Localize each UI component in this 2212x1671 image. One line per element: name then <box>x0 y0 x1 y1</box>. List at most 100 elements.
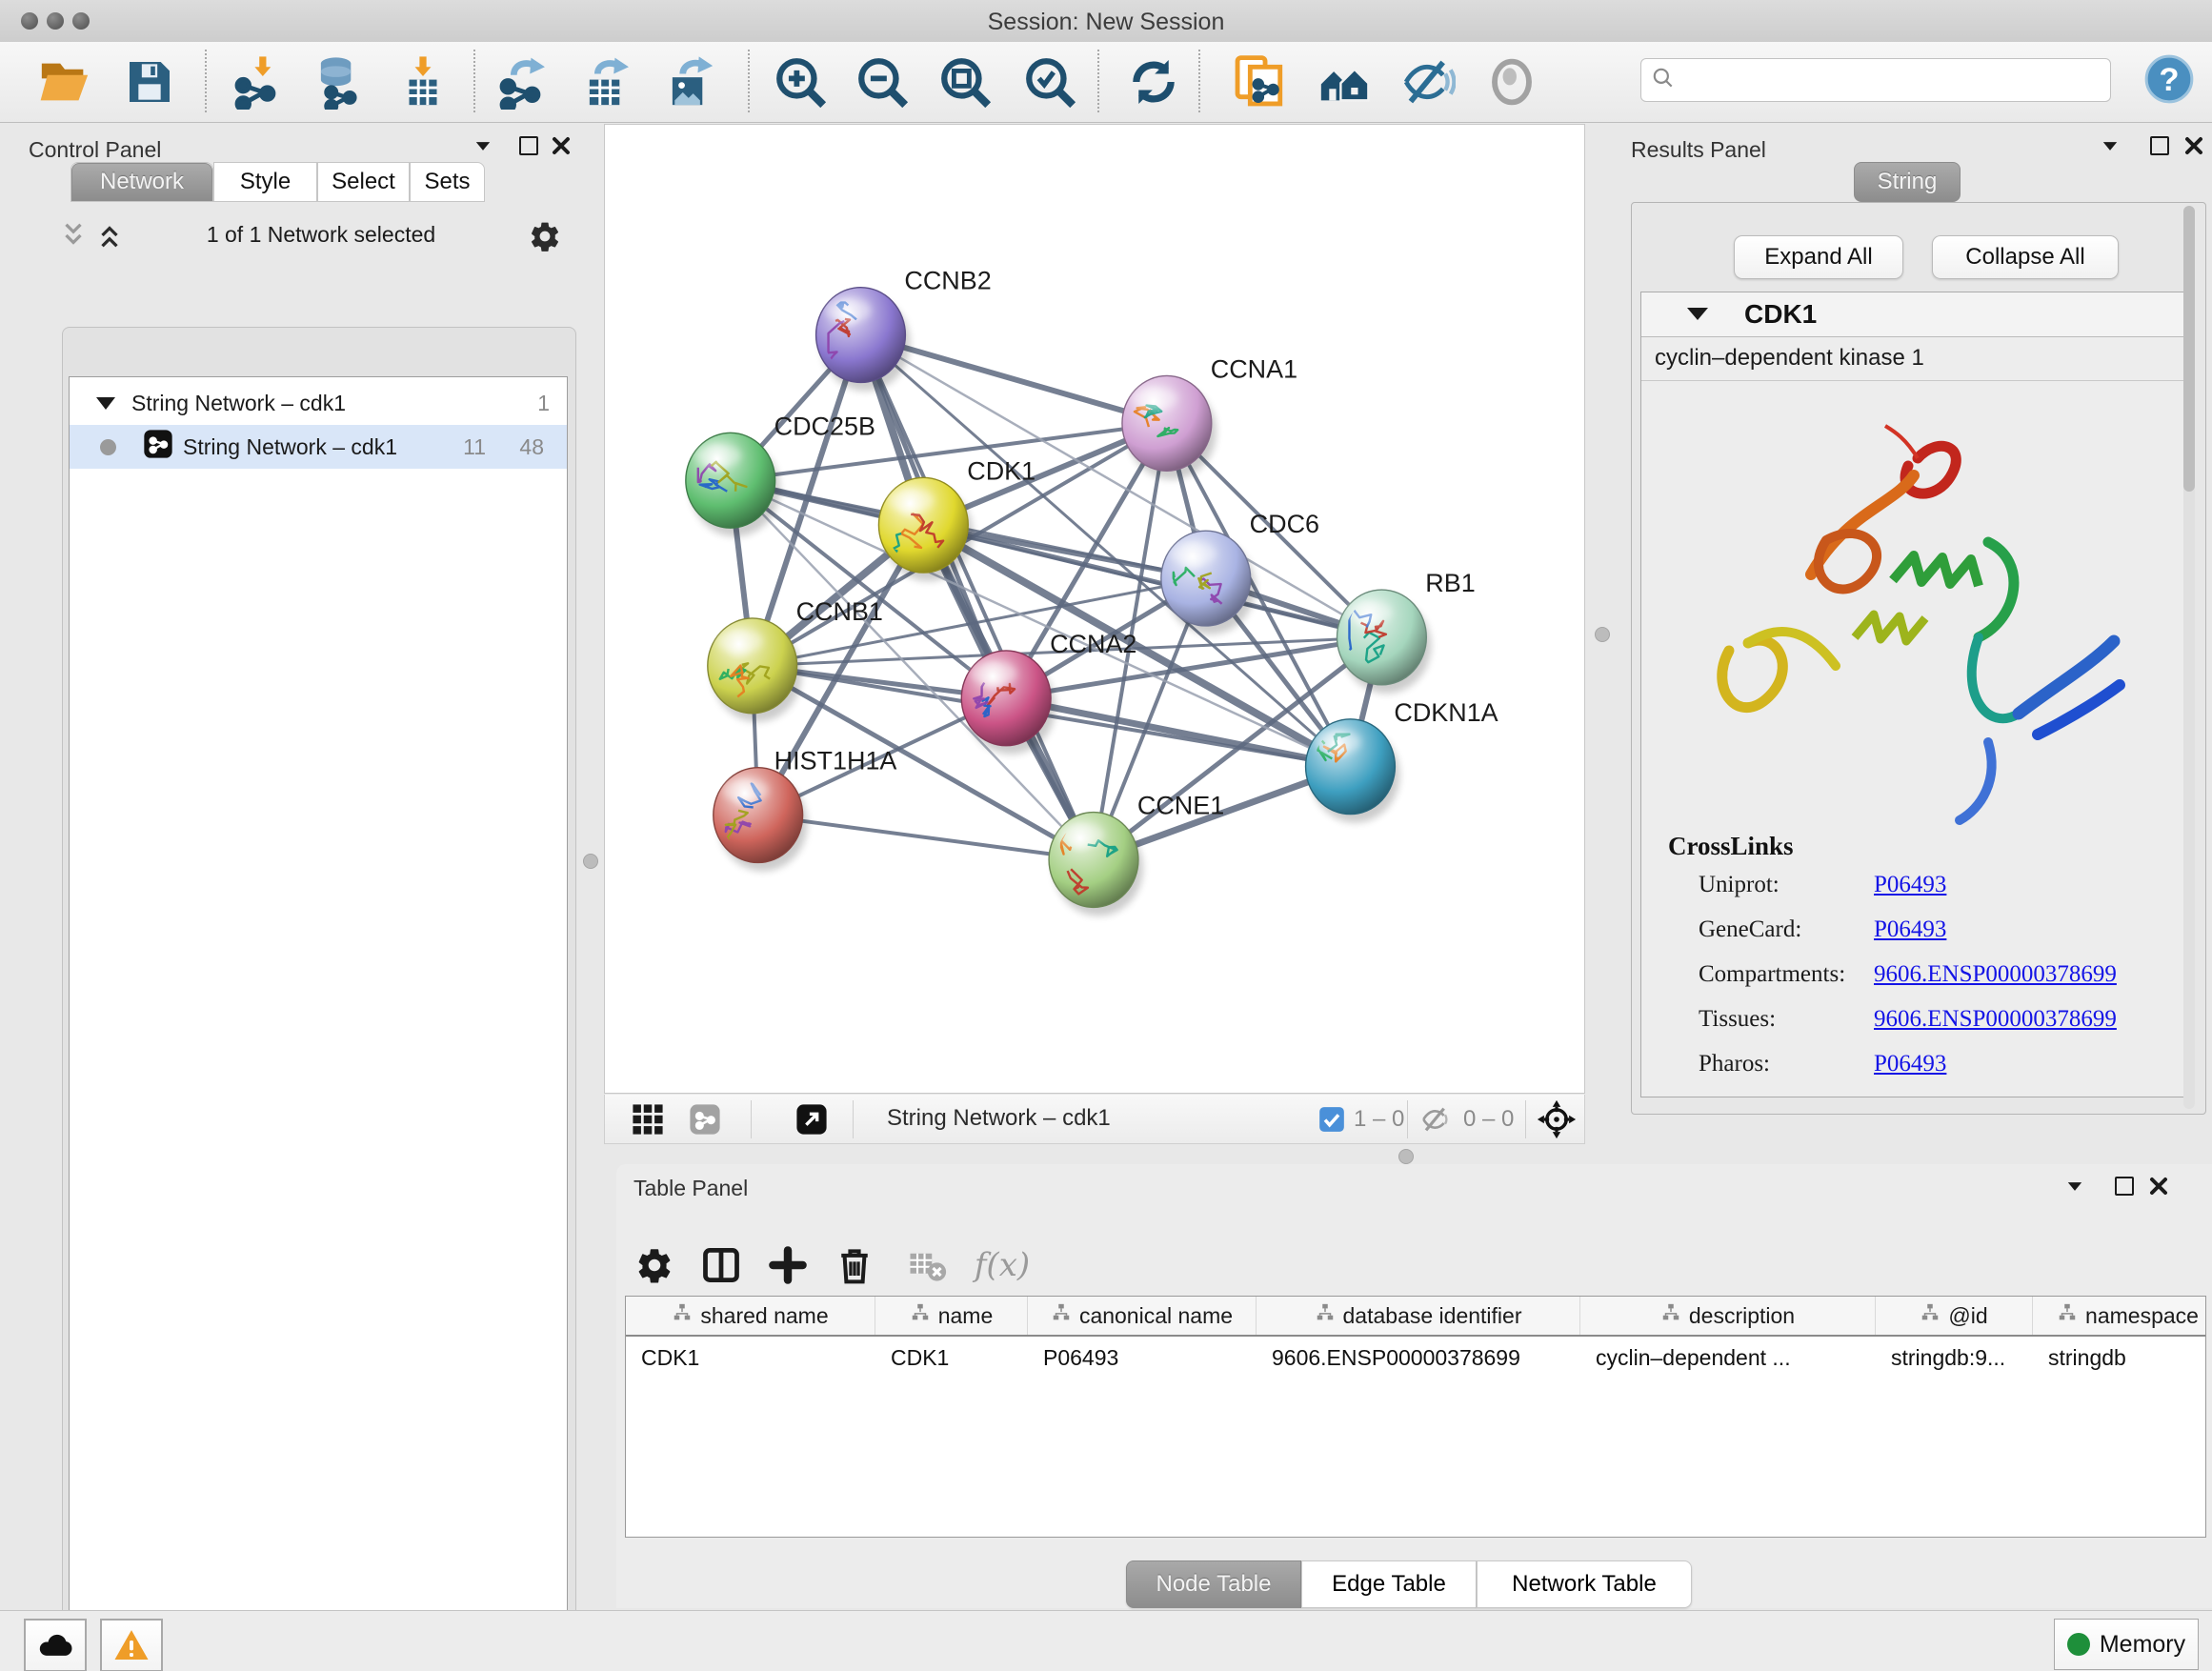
tab-select[interactable]: Select <box>317 162 410 202</box>
table-cell[interactable]: stringdb:9... <box>1876 1337 2033 1379</box>
network-node-HIST1H1A[interactable]: HIST1H1A <box>714 747 897 872</box>
help-icon[interactable]: ? <box>2139 49 2200 110</box>
tab-network[interactable]: Network <box>70 162 213 202</box>
table-row[interactable]: CDK1CDK1P064939606.ENSP00000378699cyclin… <box>626 1337 2206 1379</box>
network-node-CCNA1[interactable]: CCNA1 <box>1122 354 1297 479</box>
delete-column-trash-icon[interactable] <box>830 1240 879 1290</box>
results-panel-float-icon[interactable] <box>2145 131 2174 160</box>
tab-string[interactable]: String <box>1854 162 1961 202</box>
table-settings-gear-icon[interactable] <box>630 1240 679 1290</box>
table-cell[interactable]: CDK1 <box>875 1337 1028 1379</box>
hidden-eye-slash-icon[interactable] <box>1420 1104 1451 1139</box>
tab-node-table[interactable]: Node Table <box>1126 1560 1301 1608</box>
table-cell[interactable]: 9606.ENSP00000378699 <box>1257 1337 1580 1379</box>
tab-style[interactable]: Style <box>213 162 317 202</box>
network-tree: String Network – cdk1 1 String Network –… <box>69 376 568 1671</box>
expand-all-button[interactable]: Expand All <box>1734 235 1903 279</box>
right-splitter-handle[interactable] <box>1595 627 1610 642</box>
network-tree-root-row[interactable]: String Network – cdk1 1 <box>70 381 567 425</box>
refresh-icon[interactable] <box>1123 51 1184 112</box>
network-node-RB1[interactable]: RB1 <box>1337 569 1475 694</box>
network-status-dot <box>100 439 116 455</box>
zoom-fit-icon[interactable] <box>935 51 995 112</box>
network-node-CDKN1A[interactable]: CDKN1A <box>1306 698 1498 823</box>
control-panel-menu-icon[interactable] <box>469 131 497 160</box>
network-node-CCNE1[interactable]: CCNE1 <box>1049 792 1224 916</box>
grid-view-icon[interactable] <box>632 1103 664 1140</box>
delete-table-icon[interactable] <box>902 1240 952 1290</box>
column-header-database-identifier[interactable]: database identifier <box>1257 1297 1580 1335</box>
search-field[interactable] <box>1640 58 2111 102</box>
zoom-in-icon[interactable] <box>770 51 831 112</box>
results-scrollbar-thumb[interactable] <box>2183 206 2195 492</box>
open-view-in-window-icon[interactable] <box>795 1103 828 1140</box>
network-tree-child-row[interactable]: String Network – cdk1 11 48 <box>70 425 567 469</box>
column-header-canonical-name[interactable]: canonical name <box>1028 1297 1257 1335</box>
import-table-icon[interactable] <box>392 51 453 112</box>
table-cell[interactable]: stringdb <box>2033 1337 2206 1379</box>
crosslink-uniprot[interactable]: P06493 <box>1874 872 1946 898</box>
network-node-CDK1[interactable]: CDK1 <box>878 456 1036 581</box>
open-file-icon[interactable] <box>34 51 95 112</box>
zoom-selected-icon[interactable] <box>1019 51 1080 112</box>
control-panel-close-icon[interactable] <box>547 131 575 160</box>
string-home-icon[interactable] <box>1314 51 1375 112</box>
save-session-icon[interactable] <box>119 51 180 112</box>
import-network-file-icon[interactable] <box>228 51 289 112</box>
table-cell[interactable]: P06493 <box>1028 1337 1257 1379</box>
table-panel-menu-icon[interactable] <box>2061 1172 2089 1200</box>
hide-selected-eye-slash-icon[interactable] <box>1398 51 1458 112</box>
network-graph[interactable]: CCNB2CCNA1CDC25BCDK1CDC6RB1CCNB1CCNA2CDK… <box>605 125 1584 1093</box>
statusbar-separator <box>751 1100 752 1138</box>
bottom-splitter-handle[interactable] <box>1398 1149 1414 1164</box>
crosslink-tissues[interactable]: 9606.ENSP00000378699 <box>1874 1006 2117 1033</box>
export-image-icon[interactable] <box>659 51 720 112</box>
search-input[interactable] <box>1685 67 2110 93</box>
crosslink-compartments[interactable]: 9606.ENSP00000378699 <box>1874 961 2117 988</box>
crosslink-pharos[interactable]: P06493 <box>1874 1051 1946 1077</box>
zoom-out-icon[interactable] <box>852 51 913 112</box>
table-cell[interactable]: cyclin–dependent ... <box>1580 1337 1876 1379</box>
results-panel-menu-icon[interactable] <box>2096 131 2124 160</box>
import-network-database-icon[interactable] <box>308 51 369 112</box>
collapse-triangle-icon[interactable] <box>1687 308 1708 320</box>
table-cell[interactable]: CDK1 <box>626 1337 875 1379</box>
network-node-CCNB1[interactable]: CCNB1 <box>708 597 883 722</box>
column-header--id[interactable]: @id <box>1876 1297 2033 1335</box>
function-builder-icon[interactable]: f(x) <box>959 1240 1045 1290</box>
cloud-status-button[interactable] <box>24 1619 87 1671</box>
column-header-namespace[interactable]: namespace <box>2033 1297 2206 1335</box>
collapse-all-chevrons-icon[interactable] <box>59 221 88 254</box>
network-view-share-icon[interactable] <box>689 1103 721 1140</box>
expand-all-chevrons-icon[interactable] <box>95 221 124 254</box>
memory-button[interactable]: Memory <box>2054 1619 2199 1670</box>
export-network-icon[interactable] <box>493 51 553 112</box>
network-canvas[interactable]: CCNB2CCNA1CDC25BCDK1CDC6RB1CCNB1CCNA2CDK… <box>604 124 1585 1094</box>
warning-status-button[interactable] <box>100 1619 163 1671</box>
crosslink-genecard[interactable]: P06493 <box>1874 916 1946 943</box>
tab-edge-table[interactable]: Edge Table <box>1301 1560 1477 1608</box>
network-type-icon <box>143 429 173 465</box>
export-table-icon[interactable] <box>576 51 637 112</box>
add-column-plus-icon[interactable] <box>763 1240 813 1290</box>
column-header-description[interactable]: description <box>1580 1297 1876 1335</box>
collapse-triangle-icon[interactable] <box>96 397 115 410</box>
result-card-header[interactable]: CDK1 <box>1641 292 2194 337</box>
show-hidden-eye-icon[interactable] <box>1481 51 1542 112</box>
clone-network-icon[interactable] <box>1229 51 1290 112</box>
column-header-name[interactable]: name <box>875 1297 1028 1335</box>
column-header-shared-name[interactable]: shared name <box>626 1297 875 1335</box>
tab-sets[interactable]: Sets <box>410 162 485 202</box>
collapse-all-button[interactable]: Collapse All <box>1932 235 2119 279</box>
table-panel-close-icon[interactable] <box>2144 1172 2173 1200</box>
tab-network-table[interactable]: Network Table <box>1477 1560 1692 1608</box>
pan-crosshair-icon[interactable] <box>1537 1099 1577 1144</box>
network-options-gear-icon[interactable] <box>528 219 562 258</box>
show-columns-icon[interactable] <box>696 1240 746 1290</box>
left-splitter-handle[interactable] <box>583 854 598 869</box>
tree-attribute-icon <box>910 1302 931 1329</box>
results-panel-close-icon[interactable] <box>2180 131 2208 160</box>
table-panel-float-icon[interactable] <box>2110 1172 2139 1200</box>
selected-checkbox-icon[interactable] <box>1318 1106 1345 1137</box>
control-panel-float-icon[interactable] <box>514 131 543 160</box>
